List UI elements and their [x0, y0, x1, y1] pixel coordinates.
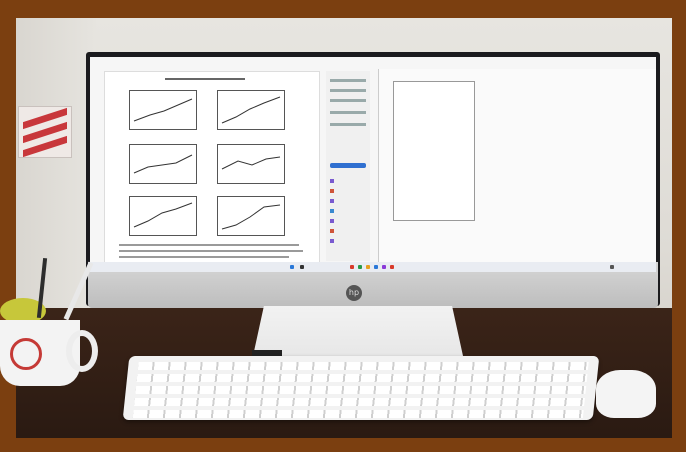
panel-item[interactable]	[330, 123, 366, 126]
panel-item[interactable]	[330, 89, 366, 92]
mug-emblem-icon	[10, 338, 42, 370]
pdf-tools-panel	[326, 71, 370, 261]
panel-item[interactable]	[330, 99, 366, 102]
monitor-screen	[90, 57, 656, 265]
tool-icon[interactable]	[330, 199, 334, 203]
second-application-window	[378, 69, 656, 265]
figure-plot	[133, 98, 193, 122]
pdf-text-line	[119, 244, 299, 246]
tool-icon[interactable]	[330, 209, 334, 213]
start-icon[interactable]	[290, 265, 294, 269]
figure-plot	[221, 204, 281, 230]
search-icon[interactable]	[300, 265, 304, 269]
pdf-figure	[217, 196, 285, 236]
tool-icon[interactable]	[330, 219, 334, 223]
panel-primary-button[interactable]	[330, 163, 366, 168]
figure-plot	[221, 156, 281, 170]
keyboard-row[interactable]	[134, 398, 585, 406]
pdf-figure	[129, 90, 197, 130]
tool-icon[interactable]	[330, 239, 334, 243]
system-tray-icon[interactable]	[610, 265, 614, 269]
dialog-window	[393, 81, 475, 221]
keyboard-row[interactable]	[135, 386, 587, 394]
keyboard-row[interactable]	[136, 374, 588, 382]
mouse[interactable]	[596, 370, 656, 418]
tool-icon[interactable]	[330, 189, 334, 193]
pdf-document-page	[104, 71, 320, 263]
pdf-text-line	[119, 250, 303, 252]
keyboard-row[interactable]	[137, 362, 589, 370]
taskbar-app-icon[interactable]	[366, 265, 370, 269]
panel-item[interactable]	[330, 111, 366, 114]
figure-plot	[133, 154, 193, 174]
pdf-figure	[217, 90, 285, 130]
panel-item[interactable]	[330, 79, 366, 82]
os-taskbar	[90, 262, 656, 272]
taskbar-app-icon[interactable]	[358, 265, 362, 269]
taskbar-app-icon[interactable]	[374, 265, 378, 269]
pdf-text-line	[119, 256, 289, 258]
keyboard-row[interactable]	[132, 410, 584, 418]
taskbar-app-icon[interactable]	[382, 265, 386, 269]
figure-plot	[221, 96, 281, 124]
wall-shelf-box	[18, 106, 72, 158]
pdf-heading-line	[165, 78, 245, 80]
figure-plot	[133, 202, 193, 228]
pdf-figure	[129, 144, 197, 184]
tool-icon[interactable]	[330, 179, 334, 183]
pdf-figure	[217, 144, 285, 184]
mug-handle	[66, 330, 98, 372]
pdf-figure	[129, 196, 197, 236]
keyboard[interactable]	[122, 356, 600, 420]
hp-logo-icon: hp	[346, 285, 362, 301]
taskbar-app-icon[interactable]	[350, 265, 354, 269]
tool-icon[interactable]	[330, 229, 334, 233]
taskbar-app-icon[interactable]	[390, 265, 394, 269]
